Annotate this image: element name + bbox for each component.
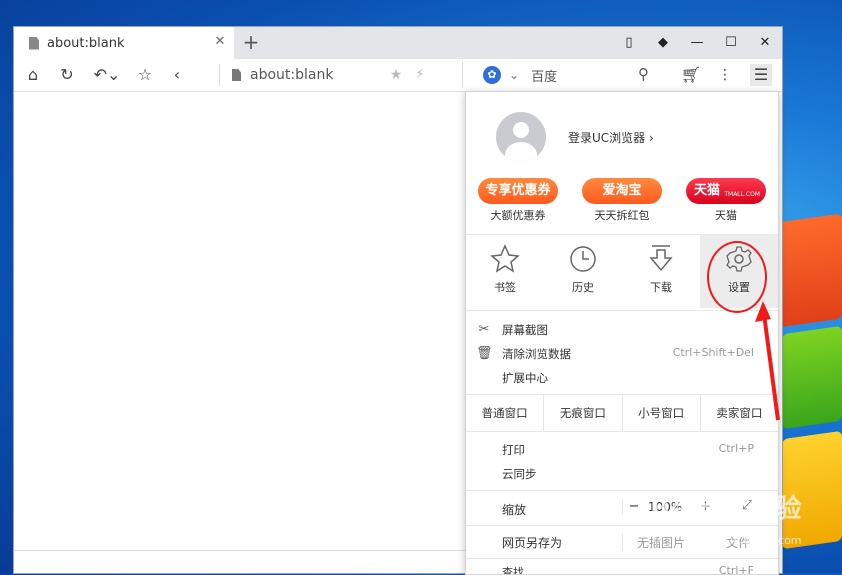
maximize-button[interactable]: ☐	[714, 27, 748, 59]
speed-bolt-icon[interactable]: ⚡	[412, 64, 428, 86]
menu-item-screenshot[interactable]: ✂ 屏幕截图	[466, 318, 778, 342]
watermark: Baidu 经验	[650, 494, 803, 524]
search-engine-label: 百度	[531, 69, 558, 85]
star-icon[interactable]: ☆	[136, 64, 154, 86]
menu-item-sync[interactable]: 云同步	[466, 462, 778, 486]
cart-icon[interactable]: 🛒︎	[680, 64, 702, 86]
tab-title: about:blank	[47, 35, 125, 51]
menu-item-print[interactable]: 打印 Ctrl+P	[466, 438, 778, 462]
more-vertical-icon[interactable]: ⋮	[718, 64, 732, 86]
tmall-caption: 天猫	[715, 209, 737, 222]
close-tab-icon[interactable]: ✕	[212, 34, 228, 50]
promo-aitaobao[interactable]: 爱淘宝 天天拆红包	[577, 178, 667, 230]
title-bar: about:blank ✕ + ▯ ◆ — ☐ ✕	[14, 27, 782, 59]
zoom-label: 缩放	[502, 503, 527, 517]
coupon-badge: 专享优惠券	[478, 178, 558, 204]
skin-shirt-icon[interactable]: ◆	[646, 27, 680, 59]
new-tab-button[interactable]: +	[240, 31, 262, 53]
tab-active[interactable]: about:blank ✕	[14, 27, 234, 59]
vibrate-icon[interactable]: ▯	[612, 27, 646, 59]
bookmark-star-icon[interactable]: ★	[388, 64, 404, 86]
incognito-window-button[interactable]: 无痕窗口	[544, 395, 623, 431]
history-label: 历史	[572, 281, 594, 294]
window-modes: 普通窗口 无痕窗口 小号窗口 卖家窗口	[466, 394, 778, 432]
aitaobao-badge: 爱淘宝	[582, 178, 662, 204]
toolbar: ⌂ ↻ ↶⌄ ☆ ‹ about:blank ★ ⚡ ✿ ⌄ 百度 ⚲ 🛒︎ ⋮…	[14, 59, 782, 92]
small-window-button[interactable]: 小号窗口	[623, 395, 701, 431]
avatar[interactable]	[496, 112, 546, 162]
downloads-button[interactable]: 下载	[622, 234, 700, 308]
search-icon[interactable]: ⚲	[638, 65, 649, 83]
bookmarks-label: 书签	[494, 281, 516, 294]
document-icon	[29, 36, 39, 50]
address-url: about:blank	[250, 67, 334, 83]
save-option-no-images[interactable]: 无插图片	[622, 534, 685, 551]
menu-hamburger-icon[interactable]: ☰	[750, 64, 772, 86]
search-box[interactable]: ✿ ⌄ 百度 ⚲	[462, 62, 663, 88]
login-area[interactable]: 登录UC浏览器 ›	[466, 92, 778, 166]
promo-tmall[interactable]: 天猫 TMALL.COM 天猫	[681, 178, 771, 230]
engine-dropdown-icon[interactable]: ⌄	[509, 68, 519, 82]
promo-coupon[interactable]: 专享优惠券 大额优惠券	[473, 178, 563, 230]
bookmark-star-icon	[490, 244, 520, 273]
page-bottom-divider	[14, 550, 466, 551]
back-icon[interactable]: ‹	[168, 64, 186, 86]
zoom-out-button[interactable]: −	[622, 499, 641, 514]
baidu-paw-icon: ✿	[483, 66, 501, 84]
home-icon[interactable]: ⌂	[24, 64, 42, 86]
coupon-caption: 大额优惠券	[490, 209, 546, 222]
menu-item-extensions[interactable]: 扩展中心	[466, 366, 778, 390]
menu-item-clear-data[interactable]: 🗑︎ 清除浏览数据 Ctrl+Shift+Del	[466, 342, 778, 366]
login-link[interactable]: 登录UC浏览器 ›	[568, 129, 654, 146]
aitaobao-caption: 天天拆红包	[594, 209, 650, 222]
undo-icon[interactable]: ↶⌄	[92, 64, 122, 86]
downloads-label: 下载	[650, 281, 672, 294]
bookmarks-button[interactable]: 书签	[466, 234, 544, 308]
pointer-arrow	[755, 301, 780, 421]
page-icon	[232, 69, 241, 81]
clock-icon	[570, 246, 596, 272]
tmall-badge: 天猫 TMALL.COM	[686, 178, 766, 204]
menu-item-find[interactable]: 查找 Ctrl+F	[466, 562, 778, 574]
trash-icon: 🗑︎	[476, 346, 493, 361]
minimize-button[interactable]: —	[680, 27, 714, 59]
normal-window-button[interactable]: 普通窗口	[466, 395, 545, 431]
save-as-label[interactable]: 网页另存为	[502, 534, 562, 551]
history-button[interactable]: 历史	[544, 234, 622, 308]
watermark-url: jingyan.baidu.com	[700, 534, 802, 547]
promo-row: 专享优惠券 大额优惠券 爱淘宝 天天拆红包 天猫 TMALL.COM 天猫	[466, 178, 778, 235]
refresh-icon[interactable]: ↻	[58, 64, 76, 86]
address-bar[interactable]: about:blank	[219, 64, 490, 86]
close-window-button[interactable]: ✕	[748, 27, 782, 59]
scissors-icon: ✂	[478, 322, 490, 337]
download-arrow-icon	[649, 245, 673, 272]
